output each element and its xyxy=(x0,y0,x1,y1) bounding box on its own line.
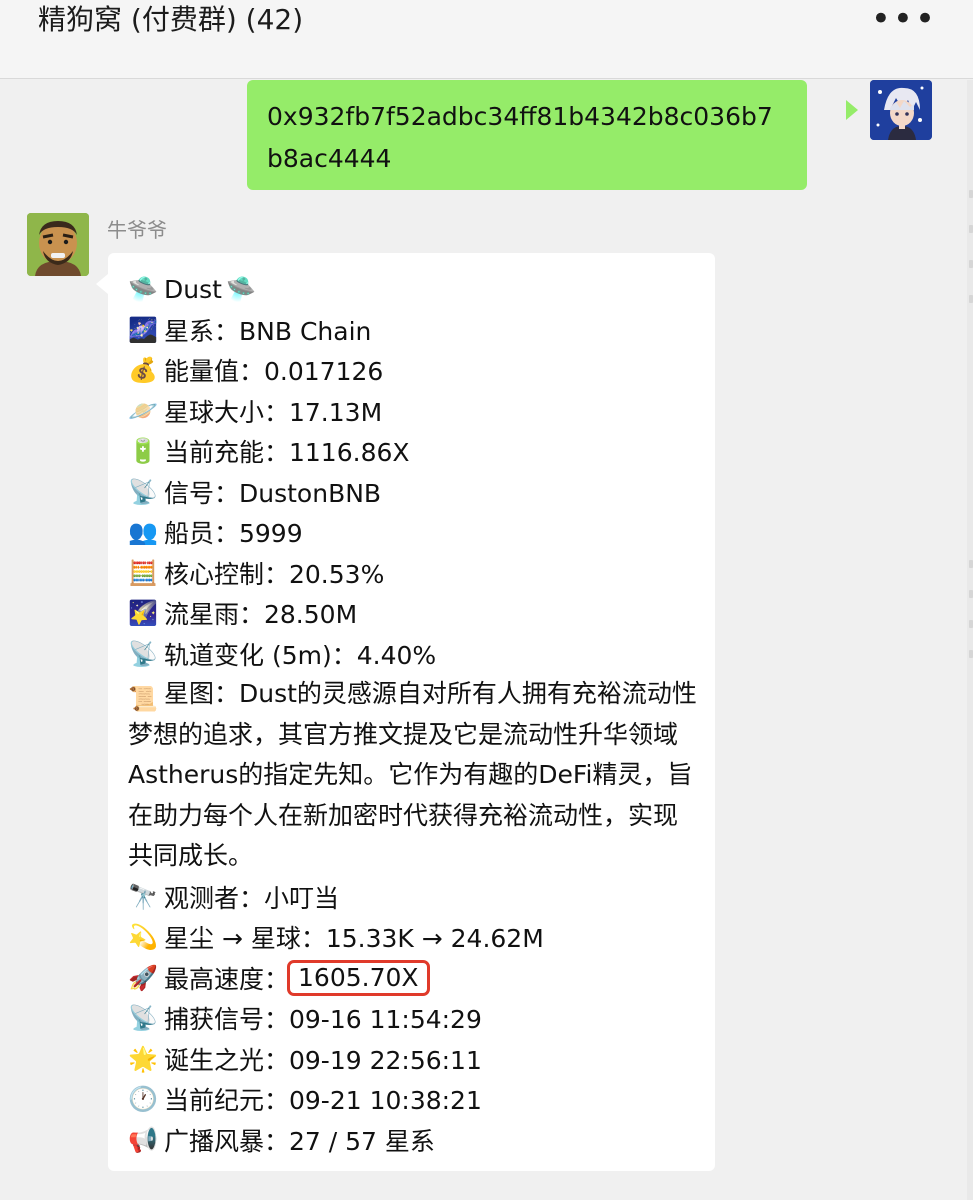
info-line-text: 当前充能：1116.86X xyxy=(164,438,410,468)
info-line: 📡 捕获信号：09-16 11:54:29 xyxy=(128,998,695,1039)
info-line-text: 星系：BNB Chain xyxy=(164,316,372,346)
info-line: 📡 信号：DustonBNB xyxy=(128,472,695,513)
info-line-text: 诞生之光：09-19 22:56:11 xyxy=(164,1045,482,1075)
clock-icon: 🕐 xyxy=(128,1085,158,1114)
token-title: Dust xyxy=(164,274,222,304)
dizzy-star-icon: 💫 xyxy=(128,923,158,952)
star-map-paragraph: 📜 星图：Dust的灵感源自对所有人拥有充裕流动性梦想的追求，其官方推文提及它是流… xyxy=(128,674,698,877)
rocket-icon: 🚀 xyxy=(128,963,158,992)
max-speed-line: 🚀 最高速度： 1605.70X xyxy=(128,958,695,999)
window-right-edge xyxy=(967,80,973,1200)
incoming-message-bubble[interactable]: 🛸 Dust 🛸 🌌 星系：BNB Chain 💰 能量值：0.017126 🪐 星球大小… xyxy=(108,253,715,1171)
chat-title: 精狗窝 (付费群) (42) xyxy=(38,3,304,36)
satellite-dish-icon: 📡 xyxy=(128,639,158,668)
info-line-text: 流星雨：28.50M xyxy=(164,600,358,630)
token-title-line: 🛸 Dust 🛸 xyxy=(128,269,695,310)
abacus-icon: 🧮 xyxy=(128,558,158,587)
satellite-dish-icon: 📡 xyxy=(128,477,158,506)
star-map-text: 星图：Dust的灵感源自对所有人拥有充裕流动性梦想的追求，其官方推文提及它是流动… xyxy=(128,679,697,870)
my-avatar[interactable] xyxy=(870,80,932,140)
sender-name: 牛爷爷 xyxy=(107,218,167,242)
info-line: 💫 星尘 → 星球：15.33K → 24.62M xyxy=(128,917,695,958)
info-line-text: 当前纪元：09-21 10:38:21 xyxy=(164,1086,482,1116)
info-line-text: 核心控制：20.53% xyxy=(164,559,385,589)
scroll-icon: 📜 xyxy=(128,685,158,713)
ufo-icon: 🛸 xyxy=(128,275,158,304)
glowing-star-icon: 🌟 xyxy=(128,1044,158,1073)
info-line: 🔋 当前充能：1116.86X xyxy=(128,431,695,472)
info-line-text: 能量值：0.017126 xyxy=(164,357,384,387)
info-line: 📢 广播风暴：27 / 57 星系 xyxy=(128,1120,695,1161)
info-line: 🔭 观测者：小叮当 xyxy=(128,877,695,918)
planet-icon: 🪐 xyxy=(128,396,158,425)
telescope-icon: 🔭 xyxy=(128,882,158,911)
shooting-star-icon: 🌠 xyxy=(128,599,158,628)
max-speed-highlight: 1605.70X xyxy=(287,959,430,996)
info-line: 🌠 流星雨：28.50M xyxy=(128,593,695,634)
more-options-icon[interactable]: ••• xyxy=(871,2,937,36)
sender-avatar[interactable] xyxy=(27,213,89,276)
info-line: 📡 轨道变化 (5m)：4.40% xyxy=(128,634,695,675)
info-line: 🧮 核心控制：20.53% xyxy=(128,553,695,594)
info-line: 👥 船员：5999 xyxy=(128,512,695,553)
ufo-icon: 🛸 xyxy=(225,275,256,304)
info-line: 🪐 星球大小：17.13M xyxy=(128,391,695,432)
cartoon-grandpa-avatar-icon xyxy=(27,213,89,276)
people-icon: 👥 xyxy=(128,518,158,547)
info-line: 💰 能量值：0.017126 xyxy=(128,350,695,391)
anime-avatar-icon xyxy=(870,80,932,140)
max-speed-label: 最高速度： xyxy=(164,964,290,994)
money-bag-icon: 💰 xyxy=(128,356,158,385)
info-line-text: 捕获信号：09-16 11:54:29 xyxy=(164,1005,482,1035)
info-line-text: 星球大小：17.13M xyxy=(164,397,383,427)
info-line-text: 信号：DustonBNB xyxy=(164,478,382,508)
outgoing-bubble-tail xyxy=(846,100,858,120)
info-lines-3: 📡 捕获信号：09-16 11:54:29 🌟 诞生之光：09-19 22:56:11… xyxy=(128,998,695,1160)
info-line-text: 星尘 → 星球：15.33K → 24.62M xyxy=(164,924,544,954)
info-line: 🕐 当前纪元：09-21 10:38:21 xyxy=(128,1079,695,1120)
info-lines-2: 🔭 观测者：小叮当 💫 星尘 → 星球：15.33K → 24.62M xyxy=(128,877,695,958)
loudspeaker-icon: 📢 xyxy=(128,1125,158,1154)
info-line-text: 船员：5999 xyxy=(164,519,303,549)
battery-icon: 🔋 xyxy=(128,437,158,466)
satellite-dish-icon: 📡 xyxy=(128,1004,158,1033)
info-lines: 🌌 星系：BNB Chain 💰 能量值：0.017126 🪐 星球大小：17.13M 🔋 当… xyxy=(128,310,695,675)
info-line-text: 观测者：小叮当 xyxy=(164,883,340,913)
info-line-text: 广播风暴：27 / 57 星系 xyxy=(164,1126,435,1156)
outgoing-message-text: 0x932fb7f52adbc34ff81b4342b8c036b7b8ac44… xyxy=(267,102,773,173)
info-line: 🌌 星系：BNB Chain xyxy=(128,310,695,351)
outgoing-message-bubble[interactable]: 0x932fb7f52adbc34ff81b4342b8c036b7b8ac44… xyxy=(247,80,807,190)
info-line-text: 轨道变化 (5m)：4.40% xyxy=(164,640,437,670)
info-line: 🌟 诞生之光：09-19 22:56:11 xyxy=(128,1039,695,1080)
galaxy-icon: 🌌 xyxy=(128,315,158,344)
incoming-bubble-tail xyxy=(96,274,108,294)
chat-header: 精狗窝 (付费群) (42) ••• xyxy=(0,0,973,79)
